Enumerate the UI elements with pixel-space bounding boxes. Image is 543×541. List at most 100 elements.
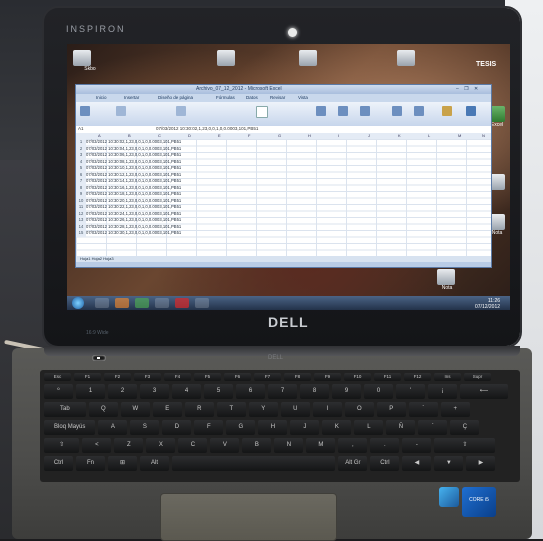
keyboard-key[interactable]: 6 — [236, 384, 265, 399]
tab-formulas[interactable]: Fórmulas — [216, 95, 235, 100]
insert-icon[interactable] — [392, 106, 402, 116]
keyboard-key[interactable]: C — [178, 438, 208, 453]
touchpad[interactable] — [160, 493, 337, 541]
tab-diseno[interactable]: Diseño de página — [158, 95, 193, 100]
keyboard-key[interactable]: Y — [248, 402, 278, 417]
tab-revisar[interactable]: Revisar — [270, 95, 285, 100]
desktop-icon[interactable]: Nota — [437, 269, 457, 291]
title-bar[interactable]: Archivo_07_12_2012 - Microsoft Excel – ❐… — [76, 85, 491, 94]
desktop-icon[interactable] — [299, 50, 317, 66]
keyboard-key[interactable]: Ctrl — [44, 456, 73, 471]
column-header[interactable]: A — [98, 133, 101, 138]
column-header[interactable]: D — [188, 133, 191, 138]
name-box[interactable]: A1 — [78, 126, 84, 131]
keyboard-key[interactable]: R — [184, 402, 214, 417]
column-header[interactable]: J — [368, 133, 370, 138]
keyboard-key[interactable]: F3 — [134, 373, 161, 381]
keyboard-key[interactable]: V — [210, 438, 240, 453]
font-icon[interactable] — [116, 106, 126, 116]
column-header[interactable]: N — [482, 133, 485, 138]
keyboard-key[interactable]: ⟵ — [460, 384, 509, 399]
keyboard-key[interactable]: S — [130, 420, 160, 435]
excel-icon[interactable] — [135, 298, 149, 308]
pdf-icon[interactable] — [175, 298, 189, 308]
keyboard-key[interactable]: 3 — [140, 384, 169, 399]
keyboard-key[interactable]: Bloq Mayús — [44, 420, 96, 435]
keyboard-key[interactable]: ▼ — [434, 456, 464, 471]
keyboard-key[interactable]: Esc — [44, 373, 71, 381]
keyboard-key[interactable]: Fn — [76, 456, 105, 471]
table-row[interactable]: 15 07/03/2012 10:30:30,1,23,0,0,1,0,0.000… — [76, 230, 236, 237]
column-header[interactable]: I — [338, 133, 339, 138]
keyboard-key[interactable]: L — [354, 420, 384, 435]
keyboard-key[interactable]: < — [82, 438, 112, 453]
desktop-icon[interactable]: Skbo — [73, 50, 107, 72]
keyboard-key[interactable]: Ç — [450, 420, 480, 435]
keyboard-key[interactable]: P — [376, 402, 406, 417]
keyboard-key[interactable]: ⇧ — [44, 438, 80, 453]
keyboard-key[interactable]: F8 — [284, 373, 311, 381]
cell-styles-icon[interactable] — [360, 106, 370, 116]
keyboard-key[interactable]: 0 — [364, 384, 393, 399]
keyboard-key[interactable]: 5 — [204, 384, 233, 399]
sheet-tab-labels[interactable]: Hoja1 Hoja2 Hoja3 — [80, 256, 114, 261]
keyboard-key[interactable]: ¡ — [428, 384, 457, 399]
keyboard-key[interactable]: F2 — [104, 373, 131, 381]
column-header[interactable]: M — [458, 133, 461, 138]
keyboard-key[interactable]: Ins — [434, 373, 461, 381]
keyboard-key[interactable]: 7 — [268, 384, 297, 399]
number-format-icon[interactable] — [256, 106, 268, 118]
keyboard-key[interactable]: A — [98, 420, 128, 435]
keyboard-key[interactable]: - — [402, 438, 432, 453]
keyboard-key[interactable]: 9 — [332, 384, 361, 399]
tab-insertar[interactable]: Insertar — [124, 95, 139, 100]
keyboard-key[interactable]: F7 — [254, 373, 281, 381]
keyboard-key[interactable]: Q — [88, 402, 118, 417]
keyboard-key[interactable] — [172, 456, 336, 471]
keyboard-key[interactable]: . — [370, 438, 400, 453]
window-controls[interactable]: – ❐ ✕ — [456, 86, 480, 92]
keyboard-key[interactable]: M — [306, 438, 336, 453]
keyboard-key[interactable]: ` — [408, 402, 438, 417]
keyboard-key[interactable]: F12 — [404, 373, 431, 381]
keyboard-key[interactable]: ▶ — [466, 456, 496, 471]
keyboard-key[interactable]: Supr — [464, 373, 491, 381]
table-format-icon[interactable] — [338, 106, 348, 116]
keyboard-key[interactable]: ' — [396, 384, 425, 399]
keyboard-key[interactable]: F10 — [344, 373, 371, 381]
desktop-icon[interactable] — [217, 50, 235, 66]
media-player-icon[interactable] — [115, 298, 129, 308]
start-button[interactable] — [72, 297, 84, 309]
desktop-icon[interactable] — [397, 50, 415, 66]
tab-datos[interactable]: Datos — [246, 95, 258, 100]
window-icon[interactable] — [195, 298, 209, 308]
keyboard-key[interactable]: X — [146, 438, 176, 453]
keyboard-key[interactable]: F6 — [224, 373, 251, 381]
taskbar-clock[interactable]: 11:26 07/12/2012 — [475, 298, 500, 310]
keyboard-key[interactable]: U — [280, 402, 310, 417]
keyboard-key[interactable]: K — [322, 420, 352, 435]
conditional-format-icon[interactable] — [316, 106, 326, 116]
file-explorer-icon[interactable] — [95, 298, 109, 308]
keyboard-key[interactable]: 4 — [172, 384, 201, 399]
keyboard-key[interactable]: Alt Gr — [338, 456, 368, 471]
keyboard-key[interactable]: 1 — [76, 384, 105, 399]
keyboard-key[interactable]: B — [242, 438, 272, 453]
keyboard-key[interactable]: Tab — [44, 402, 86, 417]
paste-icon[interactable] — [80, 106, 90, 116]
column-header[interactable]: B — [128, 133, 131, 138]
keyboard-key[interactable]: 2 — [108, 384, 137, 399]
keyboard-key[interactable]: F4 — [164, 373, 191, 381]
keyboard-key[interactable]: N — [274, 438, 304, 453]
tab-vista[interactable]: Vista — [298, 95, 308, 100]
keyboard-key[interactable]: , — [338, 438, 368, 453]
keyboard-key[interactable]: ⊞ — [108, 456, 137, 471]
keyboard-key[interactable]: ´ — [418, 420, 448, 435]
column-header[interactable]: H — [308, 133, 311, 138]
keyboard-key[interactable]: D — [162, 420, 192, 435]
keyboard-key[interactable]: º — [44, 384, 73, 399]
keyboard-key[interactable]: F11 — [374, 373, 401, 381]
column-header[interactable]: K — [398, 133, 401, 138]
column-header[interactable]: L — [428, 133, 430, 138]
keyboard-key[interactable]: ◀ — [402, 456, 432, 471]
